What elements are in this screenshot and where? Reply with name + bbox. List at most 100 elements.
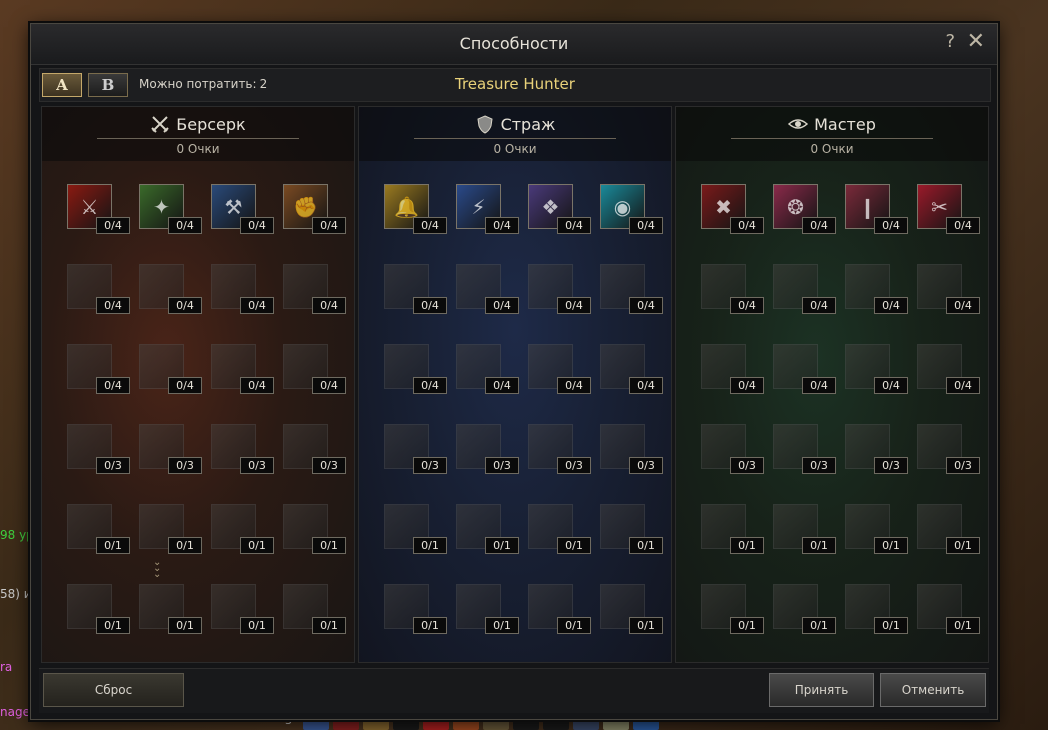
accept-button[interactable]: Принять [769, 673, 874, 707]
skill-level: 0/1 [240, 617, 274, 634]
skill-level: 0/4 [413, 217, 447, 234]
shield-icon [477, 115, 493, 134]
tree-guard: Страж 0 Очки 🔔 0/4 ⚡ 0/4 ❖ 0/4 ◉ 0/4 0/4 0/4 0/4 0/… [358, 106, 672, 663]
skill-level: 0/4 [874, 217, 908, 234]
skill-level: 0/4 [485, 377, 519, 394]
tree-name: Берсерк [176, 115, 246, 134]
tree-master: Мастер 0 Очки ✖ 0/4 ❂ 0/4 ❙ 0/4 ✂ 0/4 0/4 0/4 0/4 0… [675, 106, 989, 663]
skill-level: 0/4 [240, 217, 274, 234]
skill-level: 0/3 [557, 457, 591, 474]
skill-level: 0/4 [96, 217, 130, 234]
close-button[interactable]: ✕ [967, 29, 985, 54]
skill-level: 0/4 [802, 217, 836, 234]
skill-level: 0/4 [557, 377, 591, 394]
skill-level: 0/1 [485, 537, 519, 554]
skill-level: 0/3 [485, 457, 519, 474]
tree-berserk: Берсерк 0 Очки ⌄ ⌄ ⌄ ⚔ 0/4 ✦ 0/4 ⚒ 0/4 ✊ 0/4 0/4 0/… [41, 106, 355, 663]
skill-level: 0/1 [730, 537, 764, 554]
skill-level: 0/1 [946, 537, 980, 554]
skill-level: 0/4 [312, 297, 346, 314]
tree-header: Мастер 0 Очки [676, 107, 988, 161]
window-title: Способности [459, 34, 569, 53]
skill-level: 0/4 [730, 297, 764, 314]
skill-level: 0/4 [874, 377, 908, 394]
skill-level: 0/1 [874, 617, 908, 634]
chat-line: 98 ур [0, 528, 34, 542]
skill-level: 0/4 [413, 377, 447, 394]
skill-level: 0/4 [557, 217, 591, 234]
skill-level: 0/1 [557, 617, 591, 634]
skill-level: 0/3 [946, 457, 980, 474]
skill-level: 0/1 [413, 617, 447, 634]
skill-level: 0/4 [168, 217, 202, 234]
skill-level: 0/1 [946, 617, 980, 634]
skill-level: 0/4 [730, 217, 764, 234]
skill-level: 0/1 [96, 617, 130, 634]
tree-name: Мастер [814, 115, 876, 134]
divider [97, 138, 299, 139]
crossed-swords-icon [151, 116, 169, 133]
skill-level: 0/4 [485, 297, 519, 314]
skill-level: 0/4 [802, 297, 836, 314]
skill-level: 0/4 [312, 217, 346, 234]
skill-level: 0/3 [629, 457, 663, 474]
skill-level: 0/1 [312, 537, 346, 554]
tree-name: Страж [500, 115, 556, 134]
reset-button[interactable]: Сброс [43, 673, 184, 707]
skill-level: 0/1 [557, 537, 591, 554]
skill-level: 0/1 [413, 537, 447, 554]
skill-level: 0/1 [730, 617, 764, 634]
skill-level: 0/3 [730, 457, 764, 474]
skill-level: 0/1 [802, 537, 836, 554]
skill-level: 0/4 [946, 377, 980, 394]
chat-line: ra [0, 660, 13, 674]
skill-level: 0/4 [240, 377, 274, 394]
chat-line: 58) и [0, 587, 32, 601]
chat-line: nage [0, 705, 30, 719]
cancel-button[interactable]: Отменить [880, 673, 986, 707]
tree-header: Берсерк 0 Очки [42, 107, 354, 161]
skill-level: 0/4 [413, 297, 447, 314]
skill-level: 0/3 [802, 457, 836, 474]
chevron-down-icon: ⌄ ⌄ ⌄ [153, 557, 162, 580]
skill-level: 0/4 [730, 377, 764, 394]
skill-level: 0/1 [312, 617, 346, 634]
skill-level: 0/1 [874, 537, 908, 554]
skill-level: 0/1 [629, 617, 663, 634]
skill-level: 0/1 [629, 537, 663, 554]
tree-title: Мастер [676, 114, 988, 134]
skill-level: 0/4 [946, 297, 980, 314]
skill-level: 0/1 [240, 537, 274, 554]
skill-level: 0/3 [168, 457, 202, 474]
tree-title: Берсерк [42, 114, 354, 134]
help-button[interactable]: ? [945, 31, 955, 52]
skill-level: 0/4 [312, 377, 346, 394]
skill-level: 0/3 [240, 457, 274, 474]
skill-level: 0/4 [96, 377, 130, 394]
divider [731, 138, 933, 139]
tree-header: Страж 0 Очки [359, 107, 671, 161]
skill-level: 0/3 [312, 457, 346, 474]
eye-icon [788, 119, 809, 129]
skill-level: 0/4 [240, 297, 274, 314]
skill-level: 0/4 [629, 217, 663, 234]
skill-level: 0/1 [168, 617, 202, 634]
skill-level: 0/1 [802, 617, 836, 634]
skill-level: 0/4 [557, 297, 591, 314]
skill-level: 0/4 [946, 217, 980, 234]
skill-level: 0/1 [168, 537, 202, 554]
skill-set-bar: A B Можно потратить: 2 Treasure Hunter [39, 68, 991, 102]
skill-level: 0/4 [168, 377, 202, 394]
divider [414, 138, 616, 139]
skill-level: 0/4 [874, 297, 908, 314]
tree-title: Страж [359, 114, 671, 134]
skill-level: 0/4 [802, 377, 836, 394]
skill-level: 0/1 [485, 617, 519, 634]
footer: Сброс Принять Отменить [39, 668, 989, 713]
class-name: Treasure Hunter [455, 75, 575, 93]
title-bar[interactable]: Способности ? ✕ [31, 24, 997, 65]
skill-level: 0/3 [874, 457, 908, 474]
tree-points: 0 Очки [176, 142, 220, 156]
tree-points: 0 Очки [493, 142, 537, 156]
skill-level: 0/4 [96, 297, 130, 314]
